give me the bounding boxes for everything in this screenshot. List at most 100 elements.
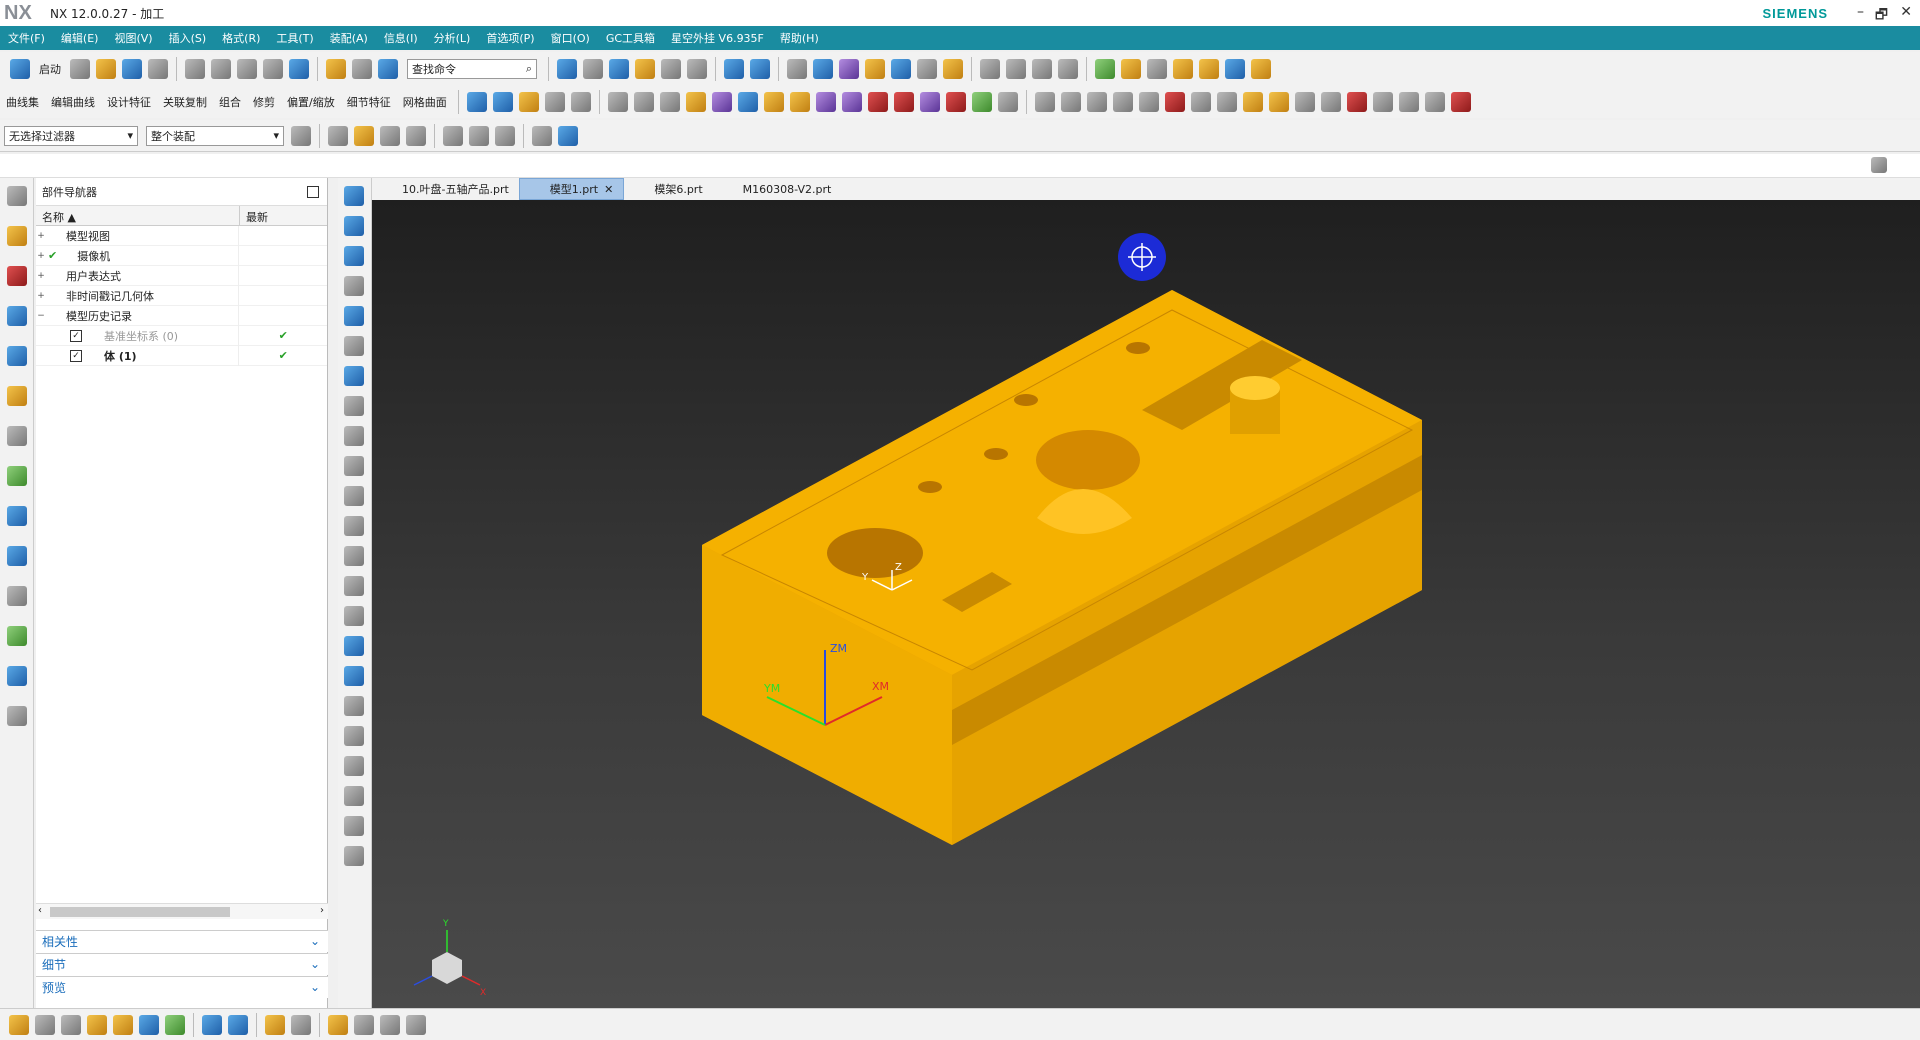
stock-icon[interactable] [1225,59,1245,79]
section-view-icon[interactable] [344,216,364,236]
multi-select-icon[interactable] [1032,59,1052,79]
layer-settings-icon[interactable] [344,366,364,386]
box-icon[interactable] [1251,59,1271,79]
shaded-view-icon[interactable] [558,125,578,146]
edit-object-icon[interactable] [344,336,364,356]
tree-row-cameras[interactable]: + ✔ 摄像机 [36,245,327,266]
edit-curve-menu[interactable]: 编辑曲线 [51,94,95,110]
curve-edit-icon[interactable] [344,456,364,476]
design-feature-menu[interactable]: 设计特征 [107,94,151,110]
analysis-icon[interactable] [839,59,859,79]
shop-doc-icon[interactable] [344,846,364,866]
roles-icon[interactable] [7,666,27,686]
hd3d-icon[interactable] [7,426,27,446]
create-geometry-icon[interactable] [61,1014,81,1035]
tree-row-user-expressions[interactable]: + 用户表达式 [36,265,327,286]
tool-holder-icon[interactable] [1320,92,1341,112]
diagonal-line-icon[interactable] [1424,92,1445,112]
flag-icon[interactable] [354,1014,374,1035]
new-file-icon[interactable] [70,59,90,79]
trim-body-icon[interactable] [344,516,364,536]
print-icon[interactable] [148,59,168,79]
visibility-checkbox[interactable]: ✓ [70,349,82,362]
column-name[interactable]: 名称 ▲ [36,206,240,225]
select-point-icon[interactable] [380,125,400,146]
geometry-view-icon[interactable] [202,1014,222,1035]
view-orient-icon[interactable] [609,59,629,79]
menu-assembly[interactable]: 装配(A) [330,30,368,46]
selection-icon[interactable] [891,59,911,79]
measure-icon[interactable] [787,59,807,79]
create-operation-icon[interactable] [113,1014,133,1035]
chamfer-icon[interactable] [815,92,836,112]
command-search-input[interactable]: 查找命令 ⌕ [407,59,537,79]
scroll-left-icon[interactable]: ‹ [38,905,42,916]
verify-icon[interactable] [344,726,364,746]
machine-tool-view-icon[interactable] [165,1014,185,1035]
replay-path-icon[interactable] [291,1014,311,1035]
layer-icon[interactable] [635,59,655,79]
shell-icon[interactable] [841,92,862,112]
unite-icon[interactable] [893,92,914,112]
history-icon[interactable] [7,506,27,526]
point-icon[interactable] [1138,92,1159,112]
tangent-icon[interactable] [1034,92,1055,112]
paste-icon[interactable] [237,59,257,79]
restore-ribbon-icon[interactable] [1871,157,1887,173]
menu-tools[interactable]: 工具(T) [276,30,313,46]
tab-model1[interactable]: 模型1.prt ✕ [518,178,625,200]
collapse-icon[interactable]: − [36,311,46,321]
sketch-icon[interactable] [518,92,539,112]
web-browser-icon[interactable] [7,466,27,486]
minimize-button[interactable]: – [1857,4,1864,20]
invert-icon[interactable] [344,426,364,446]
menu-gc-toolbox[interactable]: GC工具箱 [606,30,655,46]
background-icon[interactable] [344,276,364,296]
text-icon[interactable] [544,92,565,112]
datum-icon[interactable] [570,92,591,112]
close-window-button[interactable]: ✕ [1900,4,1912,20]
chart-icon[interactable] [344,486,364,506]
filter-icon[interactable] [1058,59,1078,79]
tree-row-model-views[interactable]: + 模型视图 [36,225,327,246]
tree-row-datum-csys[interactable]: ✓ 基准坐标系 (0) ✔ [36,325,327,346]
tree-row-unused-geometry[interactable]: + 非时间戳记几何体 [36,285,327,306]
column-icon[interactable] [1268,92,1289,112]
offset-scale-menu[interactable]: 偏置/缩放 [287,94,335,110]
process-studio-icon[interactable] [7,626,27,646]
close-tab-icon[interactable]: ✕ [604,183,613,196]
render-style-icon[interactable] [583,59,603,79]
delete-path-icon[interactable] [344,756,364,776]
hatch-icon[interactable] [1086,92,1107,112]
line-icon[interactable] [1346,92,1367,112]
restore-button[interactable]: 🗗 [1875,4,1888,28]
menu-file[interactable]: 文件(F) [8,30,45,46]
revolve-icon[interactable] [492,92,513,112]
part-navigator-icon[interactable] [7,306,27,326]
rectangle-select-icon[interactable] [495,125,515,146]
tool-path-icon[interactable] [344,696,364,716]
associative-copy-menu[interactable]: 关联复制 [163,94,207,110]
slot-icon[interactable] [1294,92,1315,112]
holder-icon[interactable] [1199,59,1219,79]
tool-library-icon[interactable] [7,706,27,726]
select-feature-icon[interactable] [328,125,348,146]
measure-angle-icon[interactable] [344,576,364,596]
tab-m160308[interactable]: M160308-V2.prt [713,178,842,200]
cut-icon[interactable] [185,59,205,79]
mirror-icon[interactable] [945,92,966,112]
measure-distance-icon[interactable] [607,92,628,112]
method-view-icon[interactable] [228,1014,248,1035]
select-face-icon[interactable] [354,125,374,146]
tree-row-model-history[interactable]: − 模型历史记录 [36,305,327,326]
link-path-icon[interactable] [328,1014,348,1035]
ruler-icon[interactable] [943,59,963,79]
copy-face-icon[interactable] [659,92,680,112]
mesh-surface-menu[interactable]: 网格曲面 [403,94,447,110]
reuse-library-icon[interactable] [7,386,27,406]
hook-icon[interactable] [737,92,758,112]
curve-icon[interactable] [1060,92,1081,112]
circle-icon[interactable] [997,92,1018,112]
start-button[interactable]: 启动 [39,61,61,77]
tool-icon[interactable] [865,59,885,79]
